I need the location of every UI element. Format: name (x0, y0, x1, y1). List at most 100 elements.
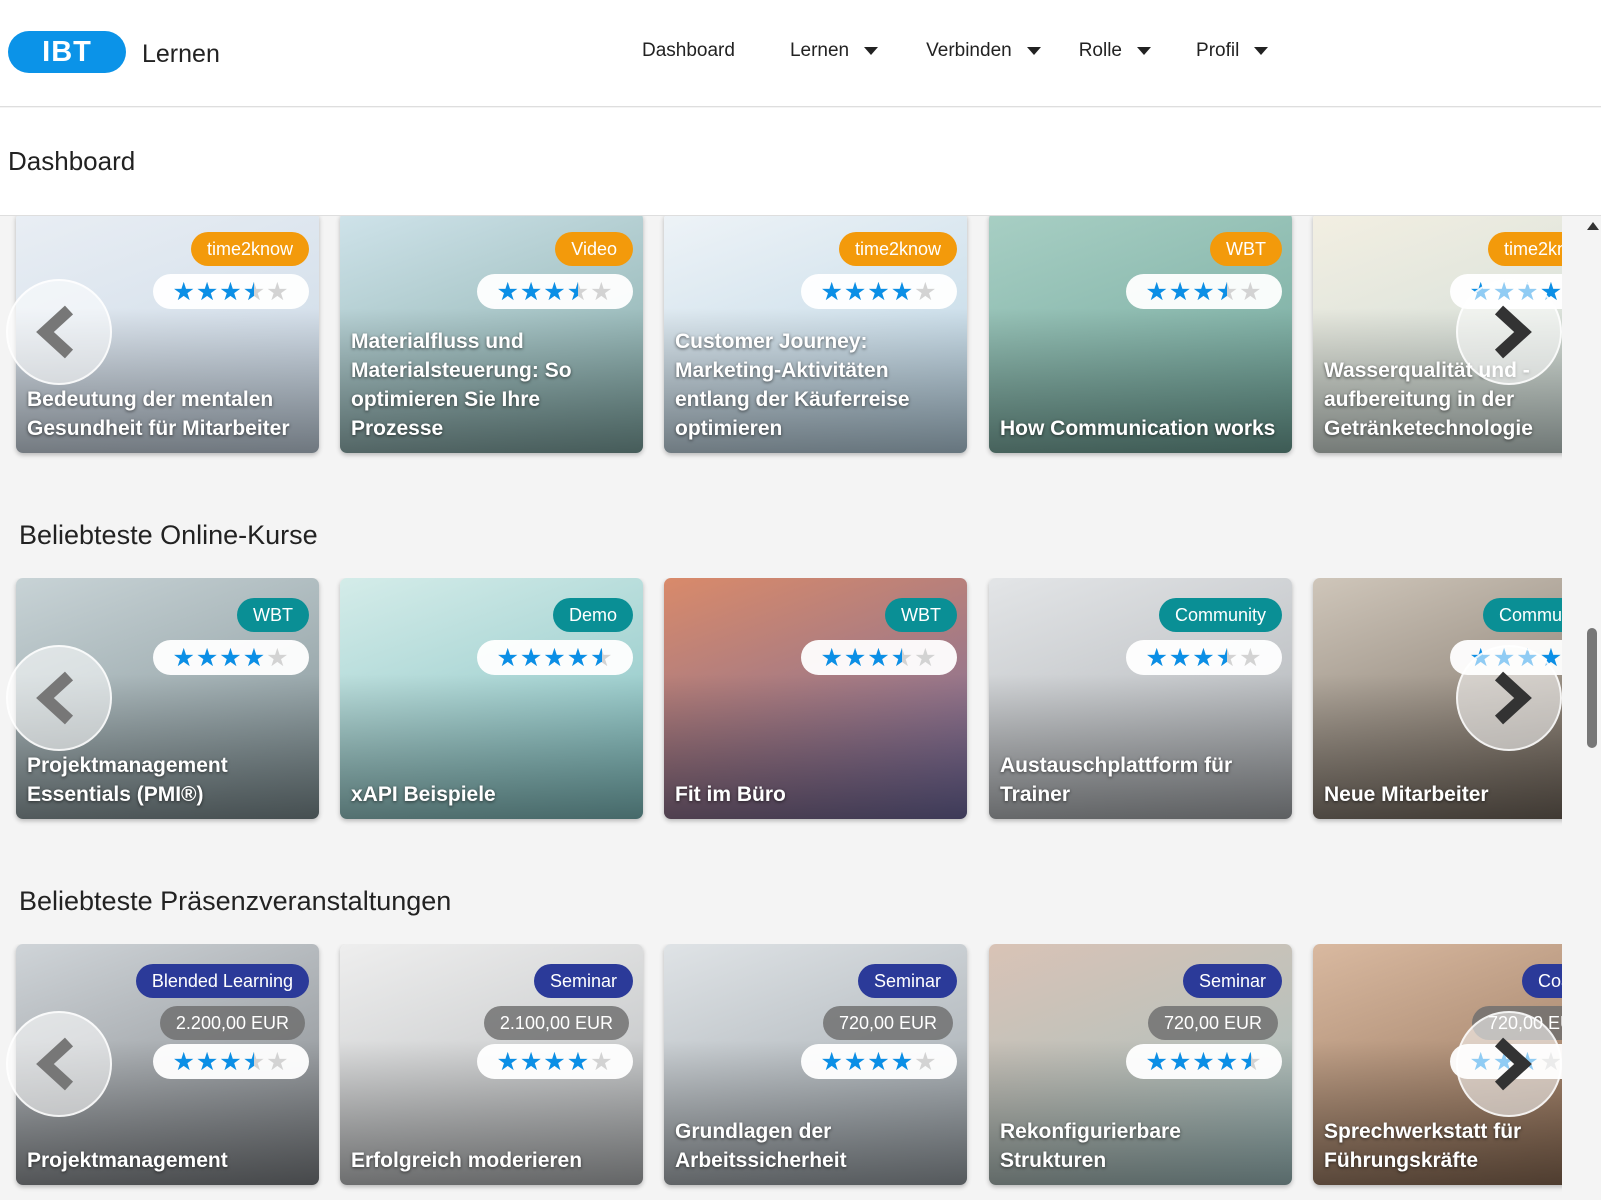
course-card[interactable]: Community ★★★★★★★★★★ Austauschplattform fü… (989, 578, 1292, 819)
chevron-right-icon (1494, 671, 1532, 725)
chevron-left-icon (36, 305, 74, 359)
nav-lernen[interactable]: Lernen (789, 40, 879, 62)
course-type-badge: Community (1482, 598, 1562, 632)
star-rating: ★★★★★★★★★★ (801, 1044, 957, 1079)
chevron-right-icon (1494, 1037, 1532, 1091)
carousel-next-button[interactable] (1456, 1011, 1562, 1117)
caret-down-icon (1137, 47, 1152, 55)
course-title: Fit im Büro (675, 783, 786, 806)
course-title: Grundlagen der Arbeitssicherheit (675, 1120, 847, 1172)
course-type-badge: WBT (1210, 232, 1282, 266)
course-title: How Communication works (1000, 417, 1276, 440)
ibt-logo[interactable]: IBT (8, 31, 126, 73)
course-carousel: WBT ★★★★★★★★★★ Projektmanagement Essential… (0, 578, 1562, 828)
nav-verbinden-label: Verbinden (926, 40, 1012, 61)
star-icon: ★★★★★★★★★★ (496, 1047, 614, 1076)
course-type-badge: time2know (838, 232, 957, 266)
scroll-up-arrow-icon[interactable] (1587, 222, 1599, 230)
nav-dashboard[interactable]: Dashboard (642, 40, 735, 62)
star-rating: ★★★★★★★★★★ (153, 1044, 309, 1079)
course-title: Materialfluss und Materialsteuerung: So … (351, 330, 572, 440)
course-type-badge: Seminar (857, 964, 957, 998)
caret-down-icon (1026, 47, 1041, 55)
star-rating: ★★★★★★★★★★ (1126, 274, 1282, 309)
nav-profil[interactable]: Profil (1196, 40, 1269, 62)
course-type-badge: Demo (552, 598, 633, 632)
top-navigation-bar: IBT Lernen Dashboard Lernen Verbinden Ro… (0, 0, 1601, 107)
chevron-left-icon (36, 1037, 74, 1091)
course-type-badge: Blended Learning (135, 964, 309, 998)
star-icon: ★★★★★★★★★★ (496, 643, 614, 672)
star-rating: ★★★★★★★★★★ (153, 274, 309, 309)
course-type-badge: Coach (1521, 964, 1562, 998)
chevron-right-icon (1494, 305, 1532, 359)
course-title: Austauschplattform für Trainer (1000, 754, 1233, 806)
star-icon: ★★★★★★★★★★ (1145, 1047, 1263, 1076)
star-icon: ★★★★★★★★★★ (496, 277, 614, 306)
caret-down-icon (1254, 47, 1269, 55)
course-title: Sprechwerkstatt für Führungskräfte (1324, 1120, 1522, 1172)
carousel-prev-button[interactable] (6, 1011, 112, 1117)
section-title: Beliebteste Online-Kurse (19, 520, 318, 550)
star-rating: ★★★★★★★★★★ (477, 640, 633, 675)
star-icon: ★★★★★★★★★★ (1145, 643, 1263, 672)
nav-lernen-label: Lernen (789, 40, 850, 61)
course-card[interactable]: Seminar 2.100,00 EUR ★★★★★★★★★★ Erfolgreich… (340, 944, 643, 1185)
star-icon: ★★★★★★★★★★ (172, 643, 290, 672)
caret-down-icon (864, 47, 879, 55)
star-icon: ★★★★★★★★★★ (172, 1047, 290, 1076)
page-title: Dashboard (8, 146, 136, 176)
course-card[interactable]: WBT ★★★★★★★★★★ How Communication works (989, 216, 1292, 453)
course-title: Rekonfigurierbare Strukturen (1000, 1120, 1181, 1172)
chevron-left-icon (36, 671, 74, 725)
star-rating: ★★★★★★★★★★ (477, 1044, 633, 1079)
star-icon: ★★★★★★★★★★ (820, 1047, 938, 1076)
vertical-scrollbar[interactable] (1583, 216, 1601, 1200)
course-title: Projektmanagement Essentials (PMI®) (27, 754, 228, 806)
star-icon: ★★★★★★★★★★ (820, 643, 938, 672)
section-title: Beliebteste Präsenzveranstaltungen (19, 886, 452, 916)
nav-profil-label: Profil (1196, 40, 1240, 61)
star-rating: ★★★★★★★★★★ (1126, 640, 1282, 675)
course-title: Neue Mitarbeiter (1324, 783, 1489, 806)
carousel-next-button[interactable] (1456, 279, 1562, 385)
carousel-prev-button[interactable] (6, 645, 112, 751)
main-nav: Dashboard Lernen Verbinden Rolle Profil (642, 40, 1269, 62)
course-type-badge: Seminar (1182, 964, 1282, 998)
nav-verbinden[interactable]: Verbinden (926, 40, 1041, 62)
course-card[interactable]: Demo ★★★★★★★★★★ xAPI Beispiele (340, 578, 643, 819)
course-type-badge: WBT (885, 598, 957, 632)
carousel-prev-button[interactable] (6, 279, 112, 385)
course-card[interactable]: WBT ★★★★★★★★★★ Fit im Büro (664, 578, 967, 819)
course-carousel: time2know ★★★★★★★★★★ Bedeutung der mentale… (0, 216, 1562, 462)
star-icon: ★★★★★★★★★★ (1145, 277, 1263, 306)
price-badge: 2.100,00 EUR (483, 1006, 629, 1040)
price-badge: 720,00 EUR (1147, 1006, 1278, 1040)
course-card[interactable]: time2know ★★★★★★★★★★ Customer Journey: Mar… (664, 216, 967, 453)
carousel-next-button[interactable] (1456, 645, 1562, 751)
course-title: Projektmanagement (27, 1149, 228, 1172)
course-type-badge: time2know (190, 232, 309, 266)
course-title: Customer Journey: Marketing-Aktivitäten … (675, 330, 910, 440)
nav-rolle[interactable]: Rolle (1079, 40, 1152, 62)
course-type-badge: time2know (1487, 232, 1562, 266)
course-card[interactable]: Seminar 720,00 EUR ★★★★★★★★★★ Rekonfigurier… (989, 944, 1292, 1185)
page-header: Dashboard (0, 108, 1601, 216)
star-icon: ★★★★★★★★★★ (820, 277, 938, 306)
scrollbar-thumb[interactable] (1587, 628, 1597, 748)
nav-dashboard-label: Dashboard (642, 40, 735, 61)
star-rating: ★★★★★★★★★★ (801, 274, 957, 309)
course-card[interactable]: Seminar 720,00 EUR ★★★★★★★★★★ Grundlagen de… (664, 944, 967, 1185)
dashboard-content[interactable]: time2know ★★★★★★★★★★ Bedeutung der mentale… (0, 216, 1583, 1200)
course-title: xAPI Beispiele (351, 783, 496, 806)
course-type-badge: Community (1158, 598, 1282, 632)
star-rating: ★★★★★★★★★★ (153, 640, 309, 675)
star-rating: ★★★★★★★★★★ (801, 640, 957, 675)
price-badge: 720,00 EUR (822, 1006, 953, 1040)
course-carousel: Blended Learning 2.200,00 EUR ★★★★★★★★★★ Pr… (0, 944, 1562, 1194)
price-badge: 2.200,00 EUR (159, 1006, 305, 1040)
course-card[interactable]: Video ★★★★★★★★★★ Materialfluss und Materia… (340, 216, 643, 453)
star-rating: ★★★★★★★★★★ (1126, 1044, 1282, 1079)
course-title: Bedeutung der mentalen Gesundheit für Mi… (27, 388, 290, 440)
star-rating: ★★★★★★★★★★ (477, 274, 633, 309)
